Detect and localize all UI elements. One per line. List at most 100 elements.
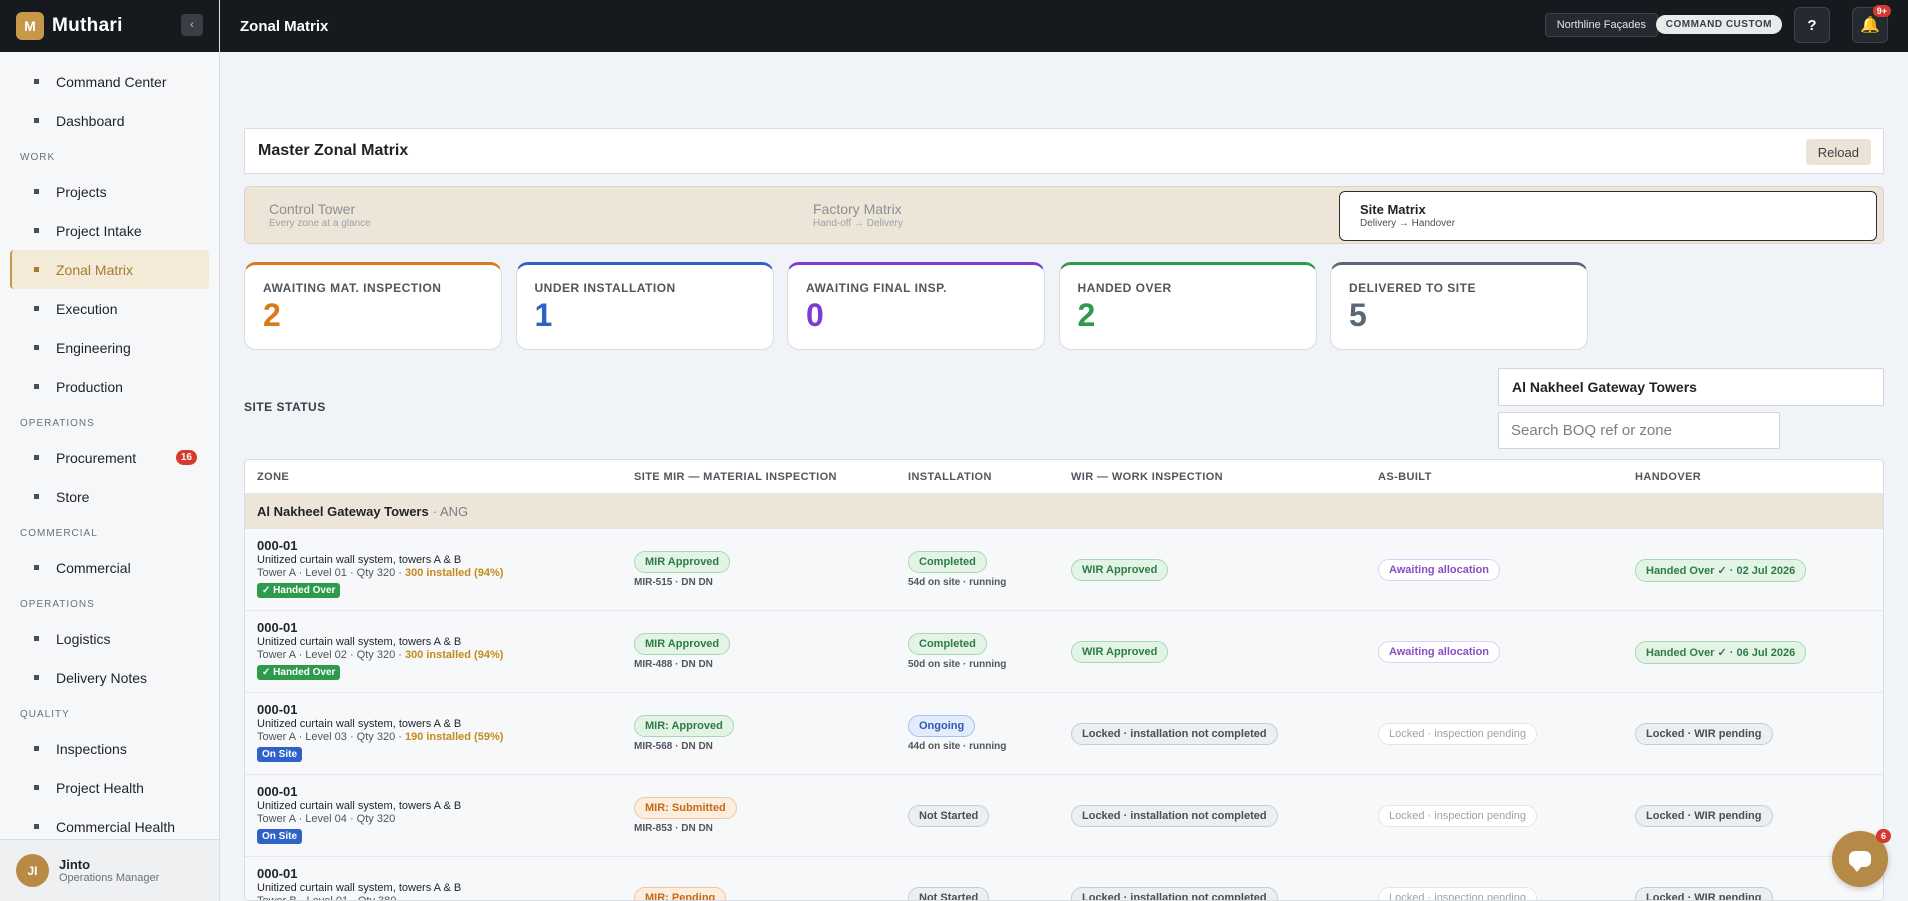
tab-control-tower[interactable]: Control Tower Every zone at a glance: [249, 191, 789, 241]
sidebar-item-label: Projects: [56, 183, 107, 200]
installation-subtext: 44d on site · running: [908, 741, 1007, 752]
bullet-icon: [34, 384, 39, 389]
mir-subtext: MIR-488 · DN DN: [634, 659, 713, 670]
as-built-status-pill[interactable]: Awaiting allocation: [1378, 641, 1501, 663]
as-built-cell: Awaiting allocation: [1378, 641, 1501, 663]
table-row[interactable]: 000-01 Unitized curtain wall system, towe…: [245, 857, 1883, 900]
collapse-sidebar-button[interactable]: ‹: [181, 14, 203, 36]
installation-cell: Ongoing 44d on site · running: [908, 715, 1006, 752]
mir-cell: MIR: Pending: [634, 887, 727, 900]
sidebar-item-commercial[interactable]: Commercial: [0, 548, 219, 587]
mir-status-pill[interactable]: MIR Approved: [634, 551, 731, 573]
table-row[interactable]: 000-01 Unitized curtain wall system, towe…: [245, 529, 1883, 611]
group-name: Al Nakheel Gateway Towers: [257, 503, 429, 519]
sidebar-header: M Muthari ‹: [0, 0, 219, 52]
notifications-button[interactable]: 🔔 9+: [1852, 5, 1891, 43]
zone-meta: Tower B · Level 01 · Qty 380: [257, 895, 461, 900]
zone-description: Unitized curtain wall system, towers A &…: [257, 718, 462, 730]
sidebar-item-store[interactable]: Store: [0, 477, 219, 516]
project-group-row[interactable]: Al Nakheel Gateway Towers · ANG: [245, 494, 1883, 529]
tab-factory-matrix[interactable]: Factory Matrix Hand-off → Delivery: [793, 191, 1333, 241]
chat-button[interactable]: 6: [1832, 829, 1891, 887]
handover-status-pill[interactable]: Handed Over ✓ · 06 Jul 2026: [1635, 641, 1807, 664]
installation-status-pill[interactable]: Completed: [908, 633, 987, 655]
sidebar-item-command-center[interactable]: Command Center: [0, 62, 219, 101]
nav-section-title: QUALITY: [20, 708, 70, 720]
wir-status-pill[interactable]: WIR Approved: [1071, 641, 1169, 663]
kpi-label: AWAITING FINAL INSP.: [806, 281, 947, 295]
sidebar-item-production[interactable]: Production: [0, 367, 219, 406]
mir-status-pill[interactable]: MIR Approved: [634, 633, 731, 655]
table-row[interactable]: 000-01 Unitized curtain wall system, towe…: [245, 693, 1883, 775]
installation-cell: Not Started: [908, 887, 990, 900]
mir-cell: MIR Approved MIR-515 · DN DN: [634, 551, 731, 588]
sidebar-item-label: Project Health: [56, 779, 144, 796]
sidebar-item-label: Commercial: [56, 559, 131, 576]
logo-icon: M: [16, 12, 44, 40]
sidebar-item-dashboard[interactable]: Dashboard: [0, 101, 219, 140]
as-built-status-pill[interactable]: Awaiting allocation: [1378, 559, 1501, 581]
as-built-status-pill[interactable]: Locked · inspection pending: [1378, 723, 1537, 745]
installation-subtext: 54d on site · running: [908, 577, 1007, 588]
table-body: 000-01 Unitized curtain wall system, towe…: [245, 529, 1883, 900]
installation-status-pill[interactable]: Ongoing: [908, 715, 976, 737]
zone-cell: 000-01 Unitized curtain wall system, towe…: [257, 866, 461, 900]
kpi-row: AWAITING MAT. INSPECTION 2 UNDER INSTALLAT…: [244, 262, 1884, 350]
tab-site-matrix[interactable]: Site Matrix Delivery → Handover: [1339, 191, 1877, 241]
view-tabs: Control Tower Every zone at a glance Fac…: [244, 186, 1884, 244]
sidebar-item-label: Command Center: [56, 73, 167, 90]
tab-subtitle: Delivery → Handover: [1360, 218, 1456, 229]
wir-status-pill[interactable]: Locked · installation not completed: [1071, 723, 1278, 745]
installation-status-pill[interactable]: Completed: [908, 551, 987, 573]
as-built-status-pill[interactable]: Locked · inspection pending: [1378, 887, 1537, 900]
mir-status-pill[interactable]: MIR: Approved: [634, 715, 734, 737]
site-status-heading: SITE STATUS: [244, 400, 326, 414]
sidebar-item-zonal-matrix[interactable]: Zonal Matrix: [10, 250, 209, 289]
table-row[interactable]: 000-01 Unitized curtain wall system, towe…: [245, 775, 1883, 857]
project-select[interactable]: Al Nakheel Gateway Towers: [1498, 368, 1884, 406]
mir-subtext: MIR-568 · DN DN: [634, 741, 713, 752]
installation-status-pill[interactable]: Not Started: [908, 887, 990, 900]
sidebar-item-procurement[interactable]: Procurement 16: [0, 438, 219, 477]
handover-status-pill[interactable]: Locked · WIR pending: [1635, 887, 1773, 900]
mir-subtext: MIR-515 · DN DN: [634, 577, 713, 588]
sidebar-item-logistics[interactable]: Logistics: [0, 619, 219, 658]
table-row[interactable]: 000-01 Unitized curtain wall system, towe…: [245, 611, 1883, 693]
top-bar: Zonal Matrix Northline Façades COMMAND C…: [220, 0, 1908, 52]
help-button[interactable]: ?: [1794, 7, 1830, 43]
mir-status-pill[interactable]: MIR: Submitted: [634, 797, 737, 819]
bullet-icon: [34, 824, 39, 829]
kpi-card: HANDED OVER 2: [1058, 262, 1317, 350]
wir-status-pill[interactable]: WIR Approved: [1071, 559, 1169, 581]
reload-button[interactable]: Reload: [1805, 139, 1871, 165]
wir-status-pill[interactable]: Locked · installation not completed: [1071, 805, 1278, 827]
zone-cell: 000-01 Unitized curtain wall system, towe…: [257, 620, 503, 680]
mode-chip[interactable]: COMMAND CUSTOM: [1655, 15, 1782, 34]
installation-status-pill[interactable]: Not Started: [908, 805, 990, 827]
sidebar-item-delivery-notes[interactable]: Delivery Notes: [0, 658, 219, 697]
sidebar-item-projects[interactable]: Projects: [0, 172, 219, 211]
zone-id: 000-01: [257, 538, 298, 553]
mir-status-pill[interactable]: MIR: Pending: [634, 887, 727, 900]
nav-section-title: OPERATIONS: [20, 598, 95, 610]
handover-status-pill[interactable]: Locked · WIR pending: [1635, 805, 1773, 827]
wir-cell: WIR Approved: [1071, 559, 1169, 581]
installation-cell: Completed 50d on site · running: [908, 633, 1006, 670]
search-input[interactable]: [1498, 412, 1780, 449]
user-profile[interactable]: JI Jinto Operations Manager: [0, 839, 219, 901]
org-switcher[interactable]: Northline Façades: [1544, 13, 1658, 37]
sidebar-item-inspections[interactable]: Inspections: [0, 729, 219, 768]
zone-id: 000-01: [257, 620, 298, 635]
sidebar-item-execution[interactable]: Execution: [0, 289, 219, 328]
column-header: HANDOVER: [1635, 471, 1702, 483]
handover-status-pill[interactable]: Locked · WIR pending: [1635, 723, 1773, 745]
sidebar-item-project-health[interactable]: Project Health: [0, 768, 219, 807]
kpi-value: 1: [534, 297, 553, 333]
as-built-status-pill[interactable]: Locked · inspection pending: [1378, 805, 1537, 827]
handover-status-pill[interactable]: Handed Over ✓ · 02 Jul 2026: [1635, 559, 1807, 582]
wir-status-pill[interactable]: Locked · installation not completed: [1071, 887, 1278, 900]
sidebar-item-project-intake[interactable]: Project Intake: [0, 211, 219, 250]
sidebar-item-engineering[interactable]: Engineering: [0, 328, 219, 367]
installation-subtext: 50d on site · running: [908, 659, 1007, 670]
zone-location: Tower A · Level 01 · Qty 320 ·: [257, 567, 405, 579]
